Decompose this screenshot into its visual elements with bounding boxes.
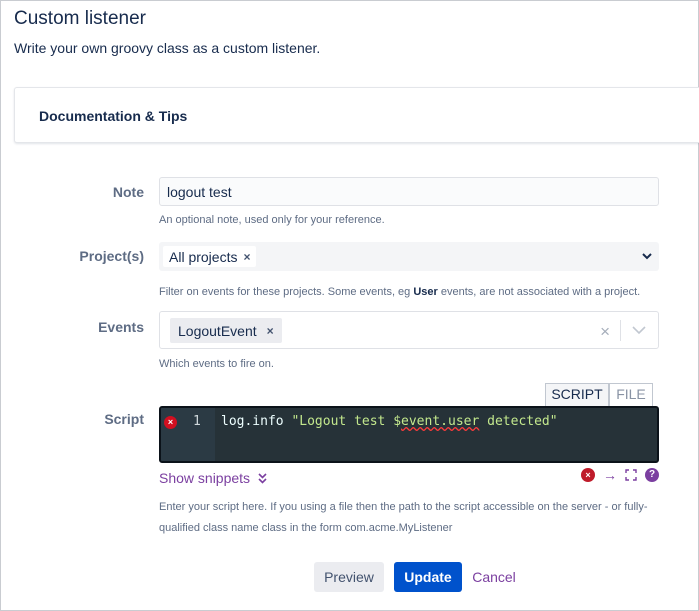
update-button[interactable]: Update (394, 562, 462, 592)
remove-event-icon[interactable]: × (267, 324, 274, 338)
event-chip: LogoutEvent × (170, 318, 282, 343)
clear-events-icon[interactable]: × (600, 322, 610, 342)
projects-help-end: events, are not associated with a projec… (440, 286, 641, 298)
fullscreen-icon[interactable] (625, 469, 637, 481)
events-help-text: Which events to fire on. (159, 358, 274, 370)
projects-help-bold: User (413, 286, 438, 298)
script-editor[interactable]: × 1 log.info "Logout test $event.user de… (159, 406, 659, 463)
select-separator (620, 320, 621, 341)
script-help-text: Enter your script here. If you using a f… (159, 501, 648, 534)
tab-script[interactable]: SCRIPT (545, 383, 609, 406)
preview-button[interactable]: Preview (314, 562, 384, 592)
line-number: 1 (193, 414, 201, 429)
code-keyword: log.info (221, 414, 292, 429)
help-icon[interactable]: ? (645, 468, 659, 482)
show-snippets-label: Show snippets (159, 470, 251, 486)
page-subtitle: Write your own groovy class as a custom … (14, 40, 321, 56)
page-title: Custom listener (14, 8, 146, 29)
error-icon[interactable]: × (581, 468, 595, 482)
arrow-right-icon[interactable]: → (603, 468, 617, 482)
projects-help-start: Filter on events for these projects. Som… (159, 286, 411, 298)
listener-form-window: Custom listener Write your own groovy cl… (0, 0, 699, 611)
note-label: Note (112, 184, 144, 200)
project-chip-label: All projects (169, 248, 238, 265)
note-input[interactable] (159, 177, 659, 206)
projects-label: Project(s) (79, 248, 144, 264)
documentation-panel[interactable]: Documentation & Tips (14, 87, 699, 143)
tab-file[interactable]: FILE (609, 383, 653, 406)
remove-project-icon[interactable]: × (243, 250, 250, 264)
event-chip-label: LogoutEvent (178, 322, 257, 339)
editor-toolbar: × → ? (581, 468, 659, 482)
documentation-panel-title: Documentation & Tips (39, 108, 188, 124)
chevron-down-icon[interactable] (641, 250, 653, 262)
cancel-button[interactable]: Cancel (468, 562, 520, 592)
show-snippets-link[interactable]: Show snippets (159, 470, 267, 486)
script-label: Script (104, 411, 144, 427)
events-select[interactable]: LogoutEvent × × (159, 311, 659, 349)
chevron-down-icon[interactable] (632, 325, 646, 335)
double-chevron-down-icon (258, 473, 267, 484)
code-string-error: event.user (401, 414, 480, 429)
code-string-end: detected" (479, 414, 558, 429)
code-line[interactable]: log.info "Logout test $event.user detect… (221, 414, 558, 429)
note-help-text: An optional note, used only for your ref… (159, 214, 385, 226)
editor-gutter: × 1 (161, 408, 215, 461)
events-label: Events (98, 319, 144, 335)
projects-select[interactable]: All projects × (159, 242, 659, 271)
project-chip: All projects × (163, 246, 257, 267)
code-string-start: "Logout test $ (291, 414, 402, 429)
projects-help-text: Filter on events for these projects. Som… (159, 286, 640, 298)
error-icon[interactable]: × (164, 416, 177, 429)
